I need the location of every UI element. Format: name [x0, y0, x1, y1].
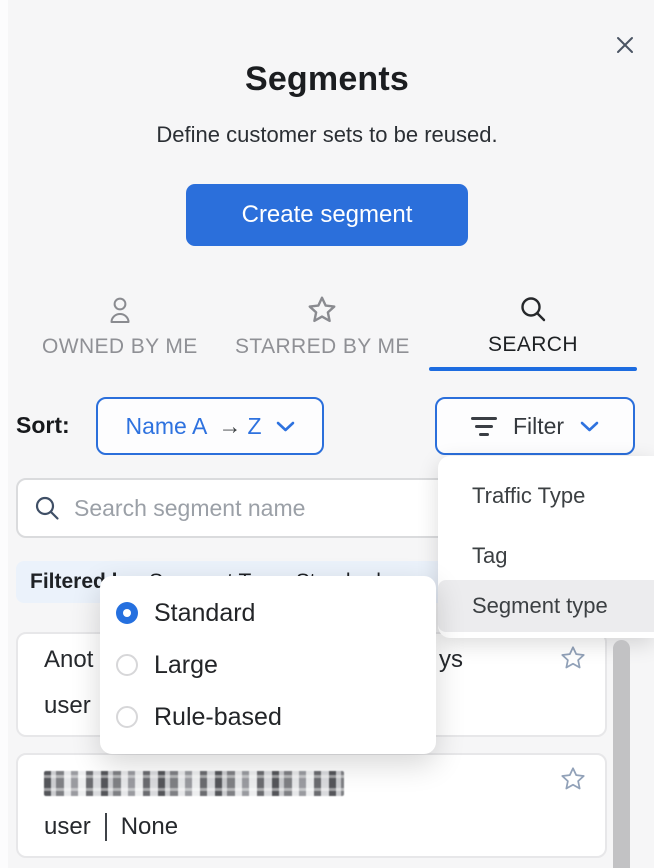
sort-value: Name A	[126, 413, 213, 440]
person-icon	[107, 296, 133, 326]
menu-item-tag[interactable]: Tag	[438, 530, 654, 582]
segment-name-fragment: Anot	[44, 646, 93, 674]
chevron-down-icon	[580, 421, 599, 432]
page-title: Segments	[0, 60, 654, 99]
menu-item-traffic-type[interactable]: Traffic Type	[438, 470, 654, 522]
search-icon	[518, 294, 548, 324]
filter-lines-icon	[471, 417, 497, 436]
segment-meta-type: user	[44, 813, 91, 841]
filter-dropdown-menu: Traffic Type Tag Segment type	[438, 456, 654, 638]
page-subtitle: Define customer sets to be reused.	[0, 122, 654, 148]
sort-label: Sort:	[16, 412, 70, 439]
radio-option-rule-based[interactable]: Rule-based	[116, 695, 282, 739]
chevron-down-icon	[276, 421, 295, 432]
scrollbar-thumb[interactable]	[613, 640, 630, 868]
menu-item-segment-type[interactable]: Segment type	[438, 580, 654, 632]
segment-meta: user None	[44, 813, 178, 841]
radio-unselected-icon	[116, 654, 138, 676]
star-toggle-button[interactable]	[559, 765, 587, 793]
meta-divider	[105, 813, 107, 841]
search-icon	[34, 495, 60, 521]
tab-search[interactable]: SEARCH	[488, 294, 578, 357]
sort-dropdown[interactable]: Name A →Z	[96, 397, 324, 455]
segment-meta: user	[44, 692, 91, 720]
radio-label: Standard	[154, 599, 255, 628]
segment-type-popup: Standard Large Rule-based	[100, 576, 436, 754]
tab-search-label: SEARCH	[488, 333, 578, 357]
sort-value-suffix: Z	[247, 413, 261, 440]
active-tab-underline	[429, 367, 637, 371]
star-icon	[306, 294, 338, 326]
close-icon	[616, 36, 634, 54]
tab-starred-by-me[interactable]: STARRED BY ME	[235, 294, 410, 359]
segment-list-item[interactable]: user None	[16, 753, 607, 858]
radio-unselected-icon	[116, 706, 138, 728]
sort-arrow-glyph: →	[218, 413, 241, 440]
close-button[interactable]	[612, 32, 638, 58]
filter-button-label: Filter	[513, 413, 564, 440]
radio-option-standard[interactable]: Standard	[116, 591, 255, 635]
segment-name-fragment-end: ys	[439, 646, 463, 674]
segment-meta-tag: None	[121, 813, 178, 841]
radio-selected-icon	[116, 602, 138, 624]
tab-starred-by-me-label: STARRED BY ME	[235, 335, 410, 359]
star-toggle-button[interactable]	[559, 644, 587, 672]
create-segment-button[interactable]: Create segment	[186, 184, 468, 246]
radio-label: Rule-based	[154, 703, 282, 732]
tab-owned-by-me[interactable]: OWNED BY ME	[42, 296, 198, 359]
filter-dropdown-button[interactable]: Filter	[435, 397, 635, 455]
radio-option-large[interactable]: Large	[116, 643, 218, 687]
segment-name-redacted	[44, 771, 344, 796]
radio-label: Large	[154, 651, 218, 680]
tab-owned-by-me-label: OWNED BY ME	[42, 335, 198, 359]
